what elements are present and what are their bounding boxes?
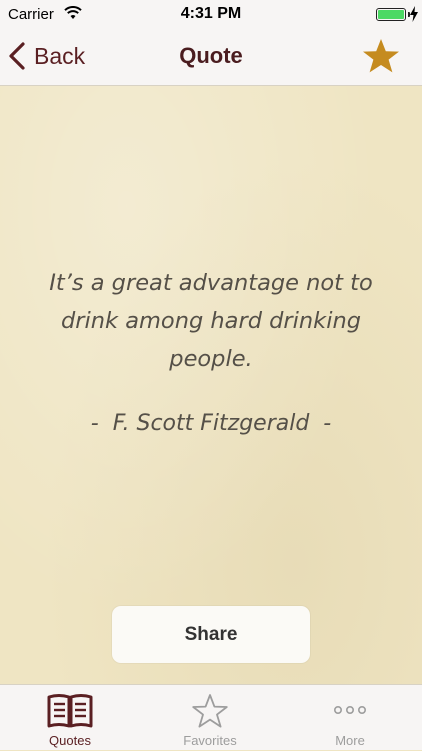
charging-bolt-icon xyxy=(410,6,418,22)
tab-more-label: More xyxy=(335,733,365,748)
share-button[interactable]: Share xyxy=(112,606,310,663)
tab-quotes-label: Quotes xyxy=(49,733,91,748)
tab-more[interactable]: More xyxy=(280,685,420,751)
tab-bar: Quotes Favorites More xyxy=(0,684,422,750)
quote-author: - F. Scott Fitzgerald - xyxy=(90,411,332,436)
navigation-bar: Back Quote xyxy=(0,30,422,86)
tab-quotes[interactable]: Quotes xyxy=(0,685,140,751)
tab-favorites-label: Favorites xyxy=(183,733,237,748)
status-time: 4:31 PM xyxy=(180,5,242,22)
book-icon xyxy=(47,694,93,728)
favorite-star-icon[interactable] xyxy=(362,38,400,74)
star-outline-icon xyxy=(192,694,228,728)
quote-area: It’s a great advantage not to drink amon… xyxy=(0,86,422,684)
tab-favorites[interactable]: Favorites xyxy=(140,685,280,751)
more-dots-icon xyxy=(333,706,366,715)
page-title: Quote xyxy=(179,43,243,68)
status-bar: Carrier 4:31 PM xyxy=(0,0,422,30)
battery-icon xyxy=(376,8,406,21)
battery-level xyxy=(378,10,404,19)
quote-text: It’s a great advantage not to drink amon… xyxy=(49,270,373,372)
